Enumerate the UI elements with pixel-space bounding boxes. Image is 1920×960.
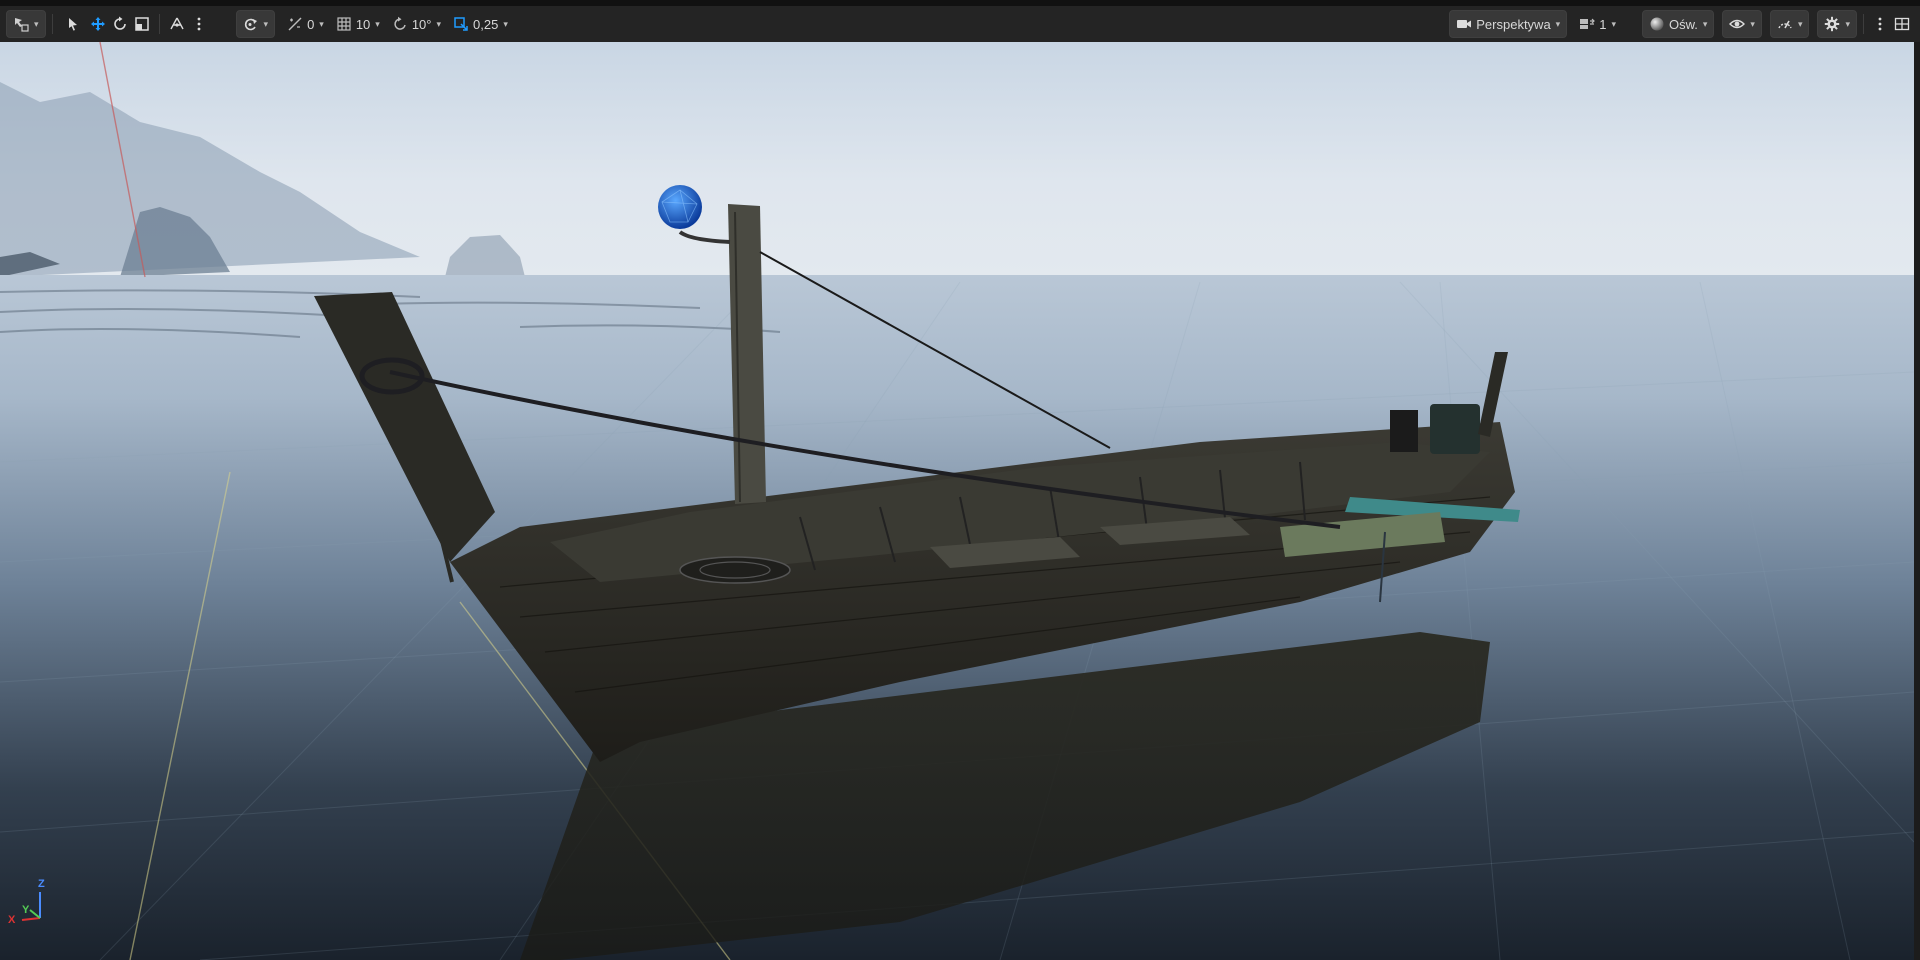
view-mode-button[interactable]: Perspektywa ▾ [1449, 10, 1568, 38]
grid-snap-button[interactable]: 10 ▾ [330, 11, 386, 37]
rotation-snap-value: 10° [411, 16, 432, 32]
chevron-down-icon: ▾ [263, 18, 269, 29]
chevron-down-icon: ▾ [1702, 18, 1708, 29]
lighting-mode-button[interactable]: Ośw. ▾ [1641, 10, 1715, 38]
camera-icon [1456, 16, 1472, 32]
surface-snap-value-button[interactable]: 0 ▾ [281, 11, 330, 37]
performance-button[interactable]: ▾ [1769, 10, 1810, 38]
grid-snap-icon [336, 16, 352, 32]
surface-snapping-button[interactable]: ▾ [235, 10, 276, 38]
translate-tool-icon [90, 16, 106, 32]
y-axis-label: Y [22, 904, 30, 916]
eye-icon [1729, 16, 1746, 32]
viewport-toolbar: ▾ ▾ 0 ▾ 10 ▾ 10° ▾ 0,25 ▾ Perspektywa ▾ … [0, 6, 1920, 42]
chevron-down-icon: ▾ [1845, 18, 1850, 29]
chevron-down-icon: ▾ [34, 18, 39, 29]
maximize-viewport-button[interactable] [1890, 11, 1914, 37]
select-tool-button[interactable] [59, 11, 87, 37]
layout-button[interactable]: 1 ▾ [1573, 11, 1622, 37]
layout-icon [1579, 16, 1596, 32]
chevron-down-icon: ▾ [319, 18, 324, 29]
scale-snap-button[interactable]: 0,25 ▾ [447, 11, 514, 37]
more-options-button[interactable] [188, 11, 210, 37]
chevron-down-icon: ▾ [1555, 18, 1561, 29]
viewport-right-border [1914, 42, 1920, 960]
world-coordinate-icon [169, 16, 185, 32]
separator [1863, 14, 1864, 34]
translate-tool-button[interactable] [87, 11, 109, 37]
chevron-down-icon: ▾ [436, 18, 442, 29]
grid-snap-value: 10 [355, 16, 371, 32]
viewport-options-button[interactable] [1870, 11, 1890, 37]
coiled-rope [679, 556, 791, 584]
separator [158, 14, 160, 34]
chevron-down-icon: ▾ [1797, 18, 1803, 29]
gear-icon [1824, 16, 1840, 32]
surface-snap-value-icon [287, 16, 303, 32]
grid-layout-icon [1894, 16, 1910, 32]
chevron-down-icon: ▾ [1611, 18, 1616, 29]
show-flags-button[interactable]: ▾ [1722, 10, 1762, 38]
separator [51, 14, 53, 34]
scale-snap-icon [453, 16, 469, 32]
boat-engine-block [1390, 410, 1418, 452]
boat-engine [1430, 404, 1480, 454]
rotate-tool-icon [112, 16, 128, 32]
z-axis-label: Z [38, 878, 45, 890]
lit-sphere-icon [1649, 16, 1665, 32]
scale-tool-icon [134, 16, 150, 32]
select-mode-icon [13, 16, 29, 32]
surface-snap-icon [243, 16, 259, 32]
select-mode-button[interactable]: ▾ [6, 10, 46, 38]
layout-value: 1 [1599, 16, 1607, 32]
chevron-down-icon: ▾ [503, 18, 508, 29]
axis-gizmo: Z Y X [8, 878, 56, 926]
gauge-icon [1777, 16, 1793, 32]
more-vertical-icon [191, 16, 207, 32]
coordinate-system-button[interactable] [166, 11, 188, 37]
scale-tool-button[interactable] [131, 11, 153, 37]
scene-render [0, 42, 1914, 960]
rotation-snap-icon [392, 16, 408, 32]
level-viewport[interactable]: Z Y X [0, 42, 1914, 960]
view-mode-label: Perspektywa [1476, 16, 1551, 32]
surface-snap-value: 0 [307, 16, 315, 32]
settings-button[interactable]: ▾ [1817, 10, 1857, 38]
chevron-down-icon: ▾ [375, 18, 380, 29]
x-axis-label: X [8, 914, 16, 926]
rotate-tool-button[interactable] [109, 11, 131, 37]
chevron-down-icon: ▾ [1750, 18, 1755, 29]
left-toolbar-group: ▾ ▾ 0 ▾ 10 ▾ 10° ▾ 0,25 ▾ [6, 10, 514, 38]
more-vertical-icon [1872, 16, 1888, 32]
lighting-mode-label: Ośw. [1668, 16, 1698, 32]
scale-snap-value: 0,25 [473, 16, 499, 32]
select-tool-icon [65, 16, 81, 32]
rotation-snap-button[interactable]: 10° ▾ [386, 11, 447, 37]
right-toolbar-group: Perspektywa ▾ 1 ▾ Ośw. ▾ ▾ ▾ ▾ [1449, 10, 1914, 38]
